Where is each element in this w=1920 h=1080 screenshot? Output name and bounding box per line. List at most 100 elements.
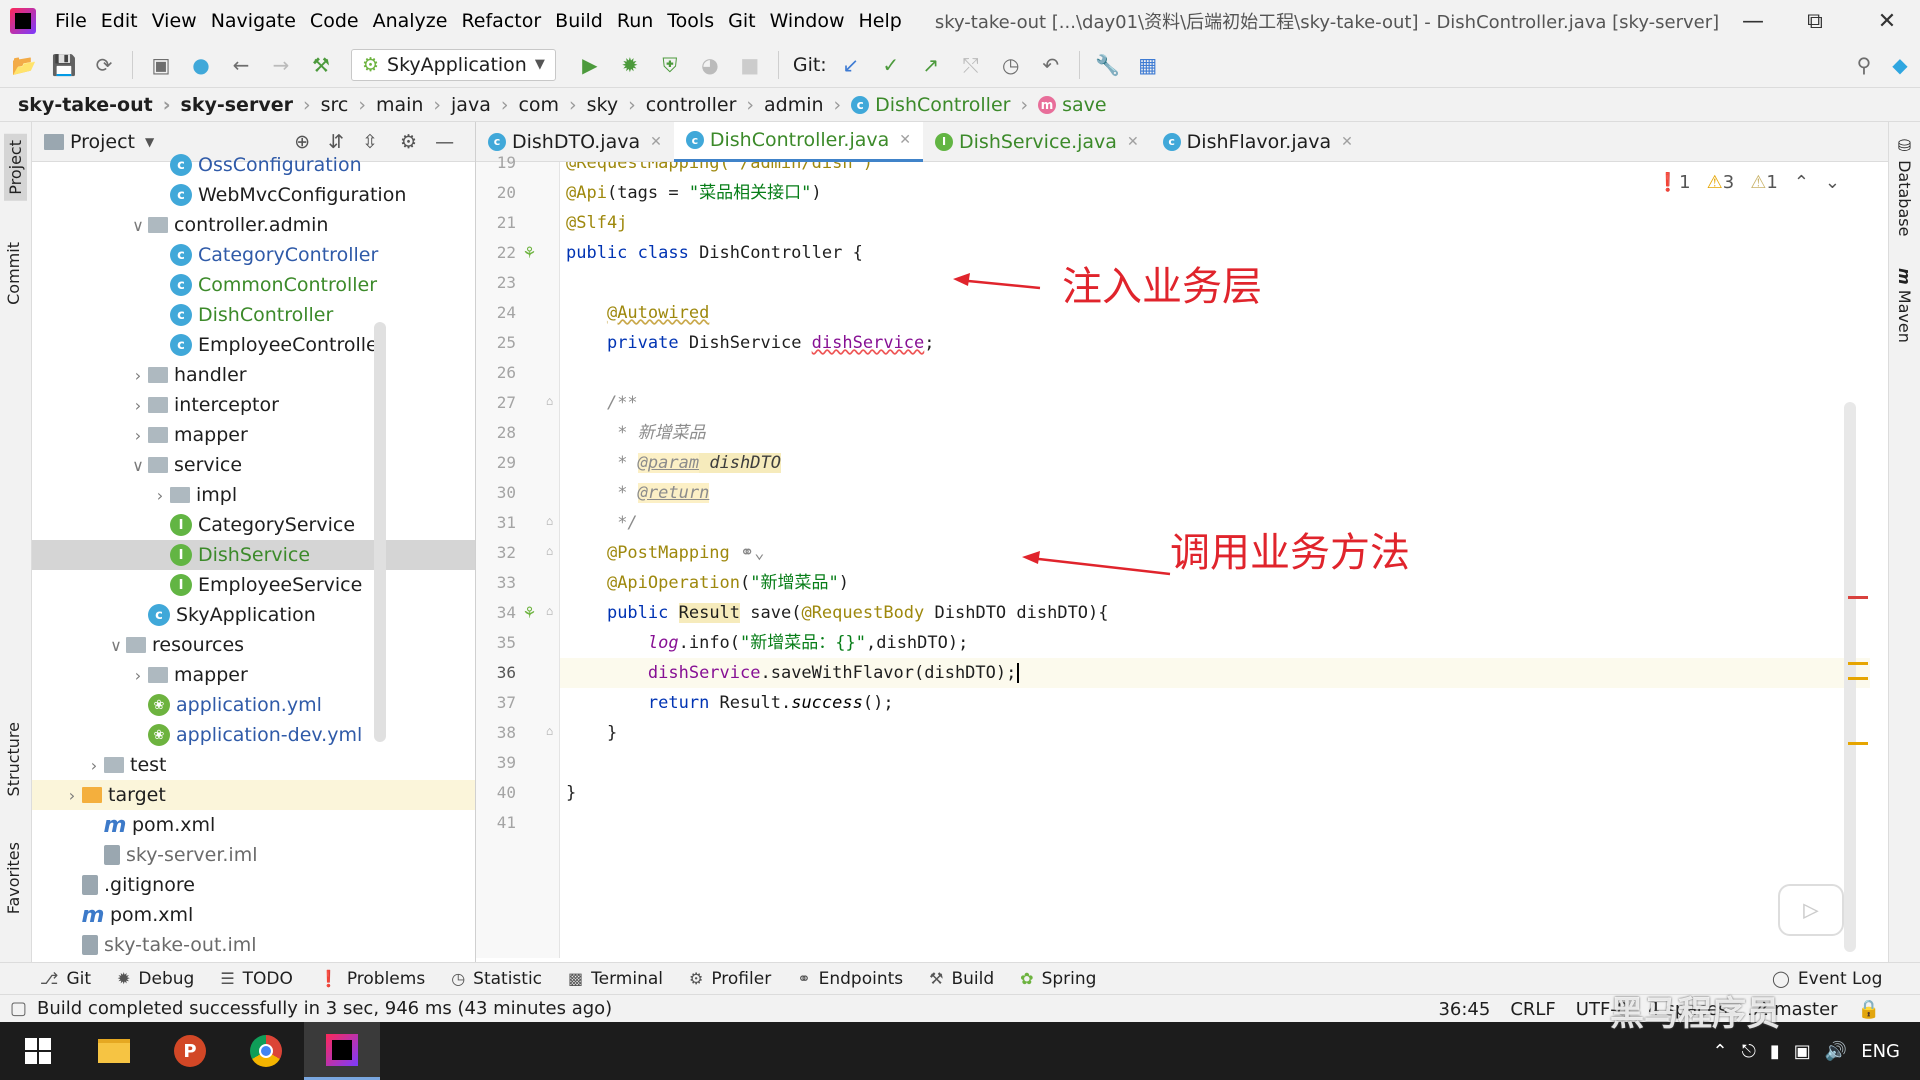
tree-item[interactable]: › test (32, 750, 475, 780)
tree-item[interactable]: ∨ service (32, 450, 475, 480)
line-number[interactable]: 32 (486, 538, 516, 568)
todo-tool-button[interactable]: ☰ TODO (220, 969, 293, 989)
line-number[interactable]: 40 (486, 778, 516, 808)
intellij-taskbar-icon[interactable] (304, 1022, 380, 1080)
structure-tool-tab[interactable]: Structure (4, 722, 23, 796)
line-separator[interactable]: CRLF (1510, 999, 1555, 1020)
line-number[interactable]: 23 (486, 268, 516, 298)
line-number[interactable]: 21 (486, 208, 516, 238)
crumb-module[interactable]: sky-server (153, 94, 293, 116)
menu-run[interactable]: Run (610, 10, 660, 32)
menu-file[interactable]: File (48, 10, 94, 32)
build-hammer-icon[interactable]: ⚒ (305, 49, 337, 81)
windows-start-icon[interactable] (0, 1022, 76, 1080)
close-tab-icon[interactable]: ✕ (1341, 134, 1353, 150)
line-number[interactable]: 28 (486, 418, 516, 448)
chevron-up-icon[interactable]: ⌃ (1713, 1041, 1728, 1062)
line-number[interactable]: 35 (486, 628, 516, 658)
line-number[interactable]: 37 (486, 688, 516, 718)
coverage-icon[interactable]: ⛨ (654, 49, 686, 81)
plugin-icon[interactable]: ◆ (1884, 49, 1916, 81)
favorites-tool-tab[interactable]: Favorites (4, 842, 23, 914)
line-number[interactable]: 41 (486, 808, 516, 838)
rollback-icon[interactable]: ↶ (1035, 49, 1067, 81)
tab-dishcontroller[interactable]: c DishController.java ✕ (673, 121, 924, 162)
tree-item[interactable]: › mapper (32, 660, 475, 690)
stop-icon[interactable]: ■ (734, 49, 766, 81)
menu-refactor[interactable]: Refactor (454, 10, 548, 32)
run-configuration-select[interactable]: ⚙ SkyApplication ▼ (351, 48, 556, 81)
usb-icon[interactable]: ⎋ (1742, 1041, 1756, 1062)
battery-icon[interactable]: ▮ (1770, 1041, 1780, 1062)
chevron-right-icon[interactable]: › (84, 756, 104, 775)
spring-tool-button[interactable]: ✿ Spring (1020, 969, 1096, 989)
line-number[interactable]: 22 (486, 238, 516, 268)
chevron-right-icon[interactable]: › (128, 666, 148, 685)
caret-position[interactable]: 36:45 (1438, 999, 1490, 1020)
crumb-class[interactable]: cDishController (824, 94, 1010, 116)
spring-bean-gutter-icon[interactable]: ⚘ (524, 602, 535, 623)
chevron-right-icon[interactable]: › (128, 366, 148, 385)
menu-help[interactable]: Help (851, 10, 908, 32)
sync-icon[interactable]: ⟳ (88, 49, 120, 81)
commit-tool-tab[interactable]: Commit (4, 242, 23, 305)
menu-code[interactable]: Code (303, 10, 366, 32)
chevron-right-icon[interactable]: › (62, 786, 82, 805)
line-number[interactable]: 31 (486, 508, 516, 538)
crumb-controller[interactable]: controller (618, 94, 737, 116)
chevron-down-icon[interactable]: ∨ (128, 456, 148, 475)
menu-edit[interactable]: Edit (94, 10, 145, 32)
tree-item[interactable]: › impl (32, 480, 475, 510)
terminal-tool-button[interactable]: ▩ Terminal (568, 969, 663, 989)
tree-scrollbar[interactable] (374, 322, 386, 742)
line-number[interactable]: 19 (486, 148, 516, 178)
play-overlay-icon[interactable]: ▷ (1778, 884, 1844, 936)
tree-item[interactable]: c EmployeeController (32, 330, 475, 360)
fold-marker-icon[interactable]: ⌂ (546, 514, 553, 528)
close-tab-icon[interactable]: ✕ (650, 134, 662, 150)
tree-item[interactable]: ∨ controller.admin (32, 210, 475, 240)
project-structure-folder-icon[interactable]: ▦ (1132, 49, 1164, 81)
run-icon[interactable]: ▶ (574, 49, 606, 81)
crumb-sky[interactable]: sky (559, 94, 618, 116)
line-number[interactable]: 30 (486, 478, 516, 508)
profiler-tool-button[interactable]: ⚙ Profiler (689, 969, 771, 989)
line-number[interactable]: 38 (486, 718, 516, 748)
chevron-down-icon[interactable]: ▼ (145, 135, 154, 149)
class-icon[interactable]: ● (185, 49, 217, 81)
tree-item[interactable]: c CommonController (32, 270, 475, 300)
endpoints-tool-button[interactable]: ⚭ Endpoints (797, 969, 903, 989)
chevron-down-icon[interactable]: ∨ (128, 216, 148, 235)
line-number[interactable]: 36 (486, 658, 516, 688)
debug-tool-button[interactable]: ✹ Debug (117, 969, 194, 989)
line-number[interactable]: 24 (486, 298, 516, 328)
profile-icon[interactable]: ◕ (694, 49, 726, 81)
line-number[interactable]: 29 (486, 448, 516, 478)
line-number[interactable]: 20 (486, 178, 516, 208)
fold-marker-icon[interactable]: ⌂ (546, 394, 553, 408)
menu-window[interactable]: Window (763, 10, 852, 32)
spring-bean-gutter-icon[interactable]: ⚘ (524, 242, 535, 263)
git-update-icon[interactable]: ↙ (835, 49, 867, 81)
crumb-project[interactable]: sky-take-out (18, 94, 153, 116)
git-commit-icon[interactable]: ✓ (875, 49, 907, 81)
debug-icon[interactable]: ✹ (614, 49, 646, 81)
crumb-main[interactable]: main (348, 94, 423, 116)
line-number[interactable]: 27 (486, 388, 516, 418)
code-editor[interactable]: ❗1 ⚠3 ⚠1 ⌃ ⌄ @RequestMapping("/admin/dis… (560, 162, 1870, 958)
statistic-tool-button[interactable]: ◷ Statistic (451, 969, 542, 989)
menu-navigate[interactable]: Navigate (204, 10, 303, 32)
tree-item[interactable]: ∨ resources (32, 630, 475, 660)
file-explorer-icon[interactable] (76, 1022, 152, 1080)
open-folder-icon[interactable]: 📂 (8, 49, 40, 81)
chevron-right-icon[interactable]: › (150, 486, 170, 505)
restore-button[interactable]: ⧉ (1784, 0, 1846, 42)
tree-item[interactable]: m pom.xml (32, 810, 475, 840)
tree-item[interactable]: › interceptor (32, 390, 475, 420)
git-push-icon[interactable]: ↗ (915, 49, 947, 81)
event-log-button[interactable]: ◯ Event Log (1772, 969, 1882, 989)
forward-arrow-icon[interactable]: → (265, 49, 297, 81)
line-number[interactable]: 34 (486, 598, 516, 628)
status-panel-icon[interactable]: ▢ (10, 998, 27, 1019)
menu-build[interactable]: Build (548, 10, 610, 32)
